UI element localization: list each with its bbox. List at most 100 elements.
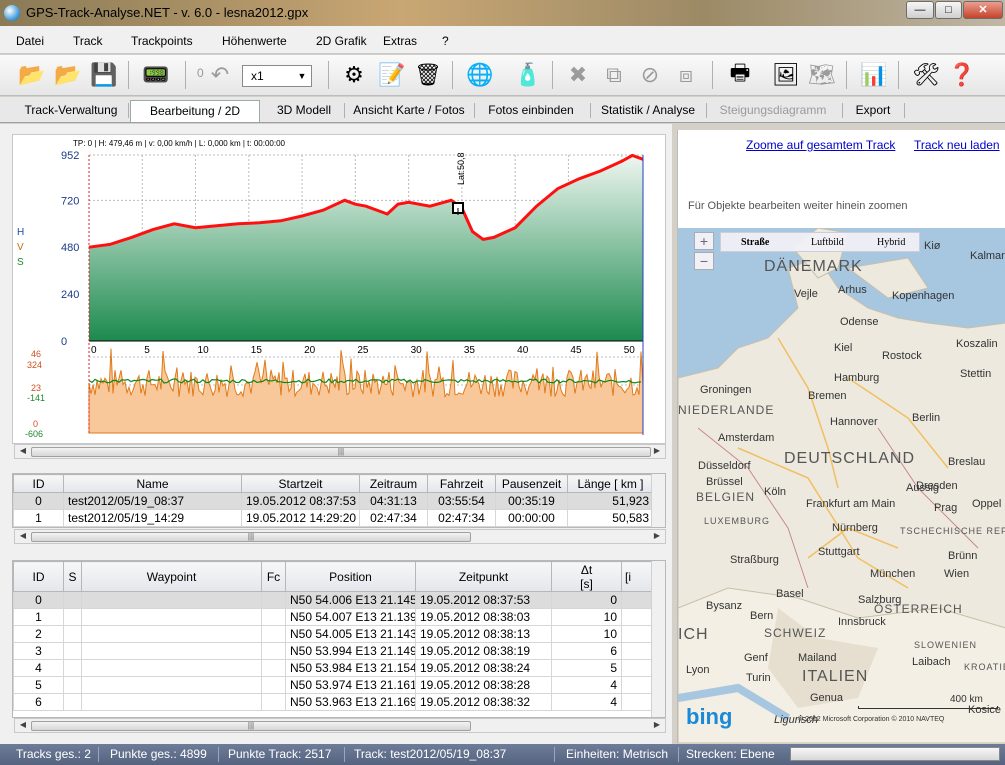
- help-icon[interactable]: ❓: [946, 59, 978, 91]
- table-row[interactable]: 3 N50 53.994 E13 21.149 19.05.2012 08:38:1…: [13, 642, 665, 660]
- photo-icon[interactable]: 🖼: [770, 59, 802, 91]
- map-zoom-out-button[interactable]: −: [694, 252, 714, 270]
- menu-datei[interactable]: Datei: [16, 34, 44, 48]
- map-zoom-in-button[interactable]: +: [694, 232, 714, 250]
- y-tick-label: 240: [61, 289, 79, 301]
- menu-trackpoints[interactable]: Trackpoints: [131, 34, 193, 48]
- tracks-horizontal-scrollbar[interactable]: ◀ ||| ▶: [14, 529, 666, 544]
- tab-separator: [474, 103, 475, 118]
- settings-panel-icon[interactable]: ⚙: [338, 59, 370, 91]
- table-row[interactable]: 0 N50 54.006 E13 21.145 19.05.2012 08:37:5…: [13, 591, 665, 609]
- menu-extras[interactable]: Extras: [383, 34, 417, 48]
- toolbar-separator: [328, 61, 329, 89]
- menu-2d-grafik[interactable]: 2D Grafik: [316, 34, 367, 48]
- tab-statistik[interactable]: Statistik / Analyse: [592, 100, 704, 122]
- map-country-label: DÄNEMARK: [764, 258, 863, 275]
- globe-icon[interactable]: 🌐: [464, 59, 496, 91]
- status-units: Einheiten: Metrisch: [566, 747, 669, 761]
- table-row[interactable]: 1 N50 54.007 E13 21.139 19.05.2012 08:38:0…: [13, 608, 665, 626]
- menu-help[interactable]: ?: [442, 34, 449, 48]
- save-icon[interactable]: 💾: [88, 59, 120, 91]
- toolbar-separator: [128, 61, 129, 89]
- cell: 5: [551, 659, 622, 677]
- map-view[interactable]: Straße Luftbild Hybrid + − DÄNEMARK DEUT…: [678, 228, 1005, 743]
- open-track-icon[interactable]: 📂: [52, 59, 84, 91]
- map-mode-hybrid[interactable]: Hybrid: [877, 237, 905, 248]
- menu-hoehenwerte[interactable]: Höhenwerte: [222, 34, 287, 48]
- scrollbar-thumb[interactable]: |||: [31, 721, 471, 731]
- speed-select[interactable]: x1 ▼: [242, 65, 312, 87]
- tab-track-verwaltung[interactable]: Track-Verwaltung: [16, 100, 126, 122]
- table-row[interactable]: 6 N50 53.963 E13 21.169 19.05.2012 08:38:3…: [13, 693, 665, 711]
- tracks-vertical-scrollbar[interactable]: [651, 474, 665, 527]
- filter-points-icon[interactable]: ⊘: [634, 59, 666, 91]
- delete-points-icon[interactable]: ✖: [562, 59, 594, 91]
- tab-karte-fotos[interactable]: Ansicht Karte / Fotos: [346, 100, 472, 122]
- elevation-chart-panel[interactable]: TP: 0 | H: 479,46 m | v: 0,00 km/h | L: …: [12, 134, 666, 444]
- scroll-right-icon[interactable]: ▶: [651, 531, 663, 540]
- scroll-right-icon[interactable]: ▶: [651, 446, 663, 455]
- cell: [81, 659, 262, 677]
- table-row[interactable]: 1 test2012/05/19_14:29 19.05.2012 14:29:…: [13, 509, 654, 527]
- gps-device-icon[interactable]: 📟: [140, 59, 172, 91]
- maximize-button[interactable]: □: [935, 1, 962, 19]
- col-name[interactable]: Name: [63, 474, 242, 493]
- x-tick-label: 35: [464, 345, 476, 356]
- cell: [81, 591, 262, 609]
- copy-points-icon[interactable]: ⧉: [598, 59, 630, 91]
- table-row[interactable]: 2 N50 54.005 E13 21.143 19.05.2012 08:38:1…: [13, 625, 665, 643]
- col-fahrzeit[interactable]: Fahrzeit: [427, 474, 496, 493]
- undo-icon[interactable]: ↶: [204, 59, 236, 91]
- tab-3d-modell[interactable]: 3D Modell: [264, 100, 344, 122]
- table-row[interactable]: 0 test2012/05/19_08:37 19.05.2012 08:37:…: [13, 492, 654, 510]
- reload-track-link[interactable]: Track neu laden: [914, 138, 1000, 152]
- map-country-label: ITALIEN: [802, 668, 869, 685]
- col-s[interactable]: S: [63, 561, 82, 592]
- zoom-full-track-link[interactable]: Zoome auf gesamtem Track: [746, 138, 895, 152]
- scroll-left-icon[interactable]: ◀: [17, 531, 29, 540]
- scroll-left-icon[interactable]: ◀: [17, 720, 29, 729]
- menu-track[interactable]: Track: [73, 34, 103, 48]
- open-folder-icon[interactable]: 📂: [16, 59, 48, 91]
- tab-steigungsdiagramm[interactable]: Steigungsdiagramm: [708, 100, 838, 122]
- col-zeitpunkt[interactable]: Zeitpunkt: [415, 561, 552, 592]
- tab-fotos-einbinden[interactable]: Fotos einbinden: [476, 100, 586, 122]
- x-tick-label: 15: [251, 345, 263, 356]
- col-zeitraum[interactable]: Zeitraum: [359, 474, 428, 493]
- map-city-label: Kopenhagen: [892, 290, 955, 302]
- trash-icon[interactable]: 🗑: [412, 59, 444, 91]
- print-icon[interactable]: 🖶: [724, 59, 756, 91]
- map-mode-luftbild[interactable]: Luftbild: [811, 237, 844, 248]
- tools-icon[interactable]: 🛠: [910, 59, 942, 91]
- col-delta-t[interactable]: Δt [s]: [551, 561, 622, 592]
- clear-cache-icon[interactable]: 🧴: [512, 59, 544, 91]
- tab-bearbeitung-2d[interactable]: Bearbeitung / 2D Modell: [130, 100, 260, 138]
- points-horizontal-scrollbar[interactable]: ◀ ||| ▶: [14, 718, 666, 733]
- scroll-left-icon[interactable]: ◀: [17, 446, 29, 455]
- close-button[interactable]: ✕: [963, 1, 1003, 19]
- chart-horizontal-scrollbar[interactable]: ◀ ||| ▶: [14, 444, 666, 459]
- col-fc[interactable]: Fc: [261, 561, 286, 592]
- table-row[interactable]: 5 N50 53.974 E13 21.161 19.05.2012 08:38:2…: [13, 676, 665, 694]
- x-tick-label: 25: [357, 345, 369, 356]
- scroll-right-icon[interactable]: ▶: [651, 720, 663, 729]
- col-laenge[interactable]: Länge [ km ]: [567, 474, 654, 493]
- elevation-chart[interactable]: 952 720 480 240 0 0 5 10 15 20 25 30 35 40 45 50: [13, 135, 667, 445]
- col-id[interactable]: ID: [13, 474, 64, 493]
- scrollbar-thumb[interactable]: |||: [31, 532, 471, 542]
- tab-export[interactable]: Export: [844, 100, 902, 122]
- col-waypoint[interactable]: Waypoint: [81, 561, 262, 592]
- col-startzeit[interactable]: Startzeit: [241, 474, 360, 493]
- image-export-icon[interactable]: 🗺: [806, 59, 838, 91]
- points-vertical-scrollbar[interactable]: [651, 561, 665, 717]
- map-mode-strasse[interactable]: Straße: [741, 237, 769, 248]
- minimize-button[interactable]: —: [906, 1, 934, 19]
- col-pausenzeit[interactable]: Pausenzeit: [495, 474, 568, 493]
- col-position[interactable]: Position: [285, 561, 416, 592]
- table-row[interactable]: 4 N50 53.984 E13 21.154 19.05.2012 08:38:2…: [13, 659, 665, 677]
- edit-document-icon[interactable]: 📝: [376, 59, 408, 91]
- scrollbar-thumb[interactable]: |||: [31, 447, 651, 457]
- statistics-chart-icon[interactable]: 📊: [858, 59, 890, 91]
- col-id[interactable]: ID: [13, 561, 64, 592]
- merge-points-icon[interactable]: ⧈: [670, 59, 702, 91]
